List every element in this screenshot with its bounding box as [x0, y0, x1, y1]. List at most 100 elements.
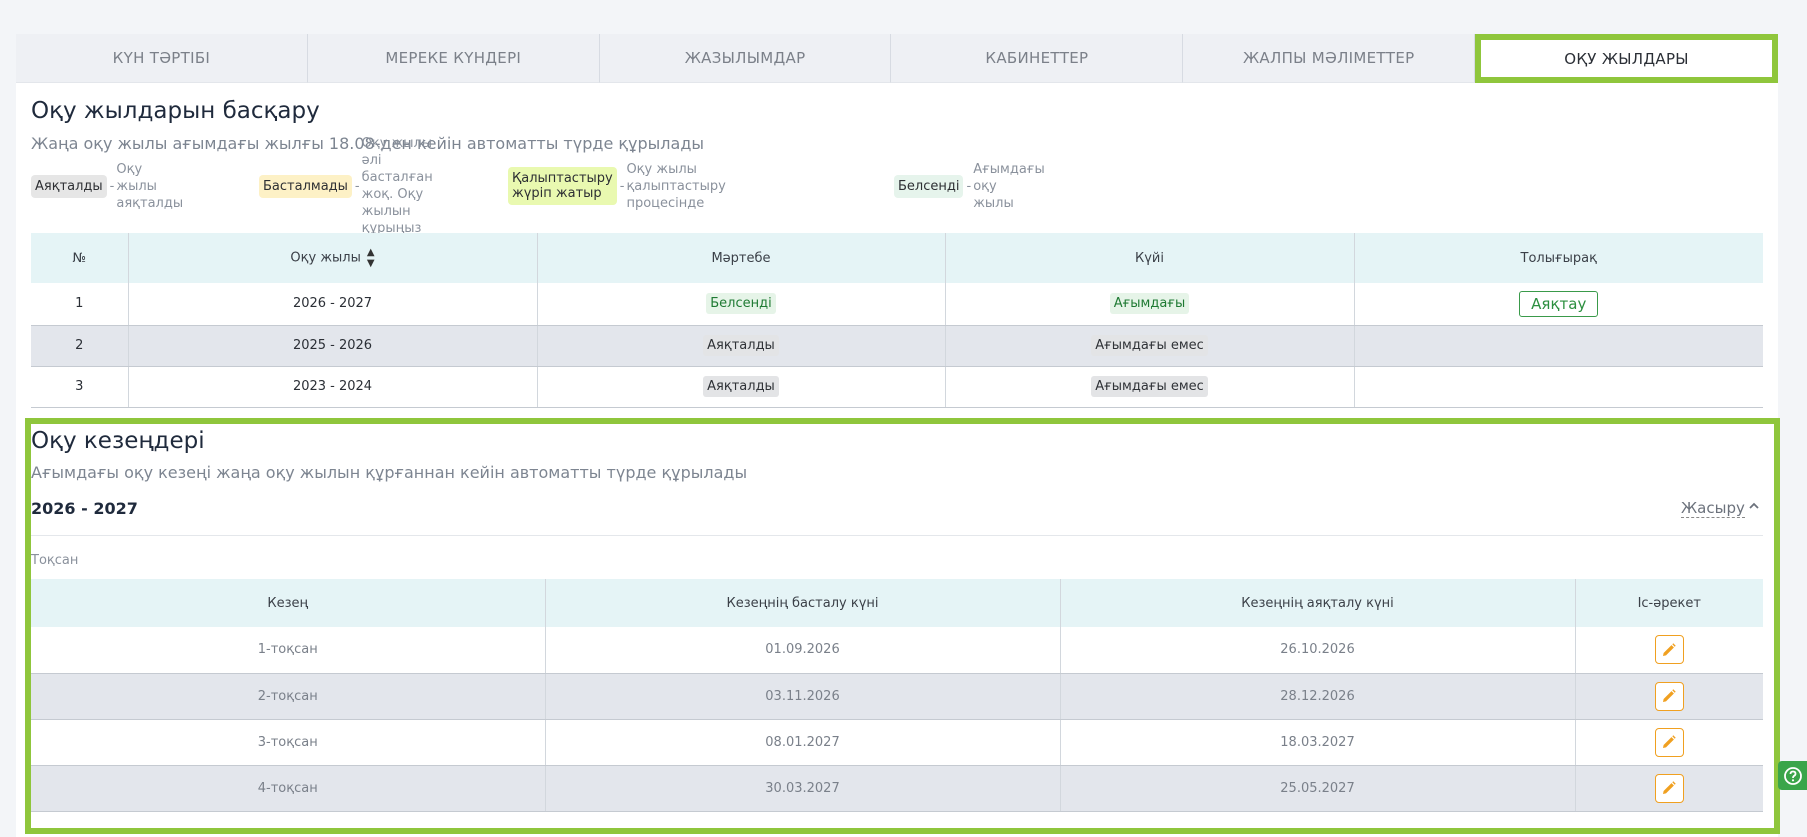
row-action	[1575, 627, 1763, 674]
chevron-up-icon[interactable]	[1748, 500, 1760, 516]
row-number: 1	[31, 283, 129, 326]
legend-desc-line: Ағымдағы оқу	[973, 161, 1045, 194]
legend-desc-line: жылын құрыңыз	[361, 204, 422, 236]
state-badge: Ағымдағы емес	[1091, 376, 1208, 397]
table-row: 4-тоқсан 30.03.2027 25.05.2027	[31, 765, 1763, 812]
row-end-date: 28.12.2026	[1060, 673, 1576, 720]
legend-desc-finished: Оқу жылы аяқталды	[116, 161, 184, 211]
row-details	[1354, 366, 1763, 408]
edit-button[interactable]	[1654, 635, 1684, 665]
question-icon	[1783, 766, 1802, 785]
table-header-row: Кезең Кезеңнің басталу күні Кезеңнің аяқ…	[31, 579, 1763, 627]
table-row: 3-тоқсан 08.01.2027 18.03.2027	[31, 719, 1763, 766]
row-number: 2	[31, 325, 129, 367]
row-details	[1354, 325, 1763, 367]
legend-item-active: Белсенді - Ағымдағы оқу жылы	[894, 160, 1045, 212]
legend-item-not-started: Басталмады - Оқу жылы әлі басталған жоқ.…	[259, 136, 433, 236]
row-status: Аяқталды	[537, 325, 946, 367]
row-start-date: 30.03.2027	[545, 765, 1061, 812]
table-header-row: № Оқу жылы ▲ ▼ Мәртебе Күйі Толығырақ	[31, 233, 1763, 283]
row-period: 4-тоқсан	[31, 765, 546, 812]
tab-cabinets[interactable]: КАБИНЕТТЕР	[891, 34, 1184, 83]
row-number: 3	[31, 366, 129, 408]
row-year: 2026 - 2027	[128, 283, 538, 326]
col-header-state: Күйі	[945, 233, 1355, 283]
tab-general-info[interactable]: ЖАЛПЫ МӘЛІМЕТТЕР	[1183, 34, 1476, 83]
row-action	[1575, 673, 1763, 720]
table-row: 2-тоқсан 03.11.2026 28.12.2026	[31, 673, 1763, 720]
legend-dash: -	[619, 178, 625, 194]
row-status: Белсенді	[537, 283, 946, 326]
state-badge: Ағымдағы	[1109, 293, 1190, 315]
tab-schedule[interactable]: КҮН ТӘРТІБІ	[16, 34, 308, 83]
row-start-date: 01.09.2026	[545, 627, 1061, 674]
row-end-date: 25.05.2027	[1060, 765, 1576, 812]
row-details: Аяқтау	[1354, 283, 1763, 326]
legend-badge-active: Белсенді	[894, 174, 964, 198]
legend-desc-line: жылы	[973, 195, 1014, 211]
state-badge: Ағымдағы емес	[1091, 335, 1208, 356]
tab-subscriptions[interactable]: ЖАЗЫЛЫМДАР	[599, 34, 892, 83]
legend-desc-line: басталған жоқ. Оқу	[361, 170, 433, 202]
legend-badge-not-started: Басталмады	[259, 174, 352, 198]
col-header-academic-year[interactable]: Оқу жылы ▲ ▼	[128, 233, 538, 283]
tab-holidays[interactable]: МЕРЕКЕ КҮНДЕРІ	[307, 34, 600, 83]
col-header-end-date: Кезеңнің аяқталу күні	[1060, 579, 1576, 627]
pencil-icon	[1663, 735, 1676, 748]
row-period: 3-тоқсан	[31, 719, 546, 766]
pencil-icon	[1663, 689, 1676, 702]
edit-button[interactable]	[1654, 681, 1684, 711]
sort-icon[interactable]: ▲ ▼	[367, 247, 375, 269]
legend-dash: -	[966, 178, 972, 194]
help-button[interactable]	[1778, 761, 1807, 790]
row-action	[1575, 765, 1763, 812]
col-header-period: Кезең	[31, 579, 546, 627]
table-row: 1 2026 - 2027 Белсенді Ағымдағы Аяқтау	[31, 283, 1763, 326]
col-header-details: Толығырақ	[1354, 233, 1763, 283]
periods-table: Кезең Кезеңнің басталу күні Кезеңнің аяқ…	[31, 579, 1763, 812]
legend-desc-active: Ағымдағы оқу жылы	[973, 161, 1045, 212]
periods-year: 2026 - 2027	[31, 499, 138, 518]
pencil-icon	[1663, 781, 1676, 794]
edit-button[interactable]	[1654, 727, 1684, 757]
row-year: 2023 - 2024	[128, 366, 538, 408]
row-state: Ағымдағы	[945, 283, 1355, 326]
legend-badge-forming: Қалыптастыру жүріп жатыр	[508, 167, 617, 205]
periods-title: Оқу кезеңдері	[31, 428, 205, 454]
row-year: 2025 - 2026	[128, 325, 538, 367]
legend-item-finished: Аяқталды - Оқу жылы аяқталды	[31, 160, 183, 212]
academic-years-table: № Оқу жылы ▲ ▼ Мәртебе Күйі Толығырақ 1 20…	[31, 233, 1763, 408]
legend-badge-finished: Аяқталды	[31, 174, 107, 198]
row-start-date: 03.11.2026	[545, 673, 1061, 720]
row-action	[1575, 719, 1763, 766]
row-status: Аяқталды	[537, 366, 946, 408]
page-title: Оқу жылдарын басқару	[31, 98, 320, 124]
divider	[31, 535, 1763, 536]
row-end-date: 18.03.2027	[1060, 719, 1576, 766]
col-header-action: Іс-әрекет	[1575, 579, 1763, 627]
hide-toggle[interactable]: Жасыру	[1681, 499, 1745, 518]
pencil-icon	[1663, 643, 1676, 656]
legend-desc-line: Оқу жылы әлі	[361, 136, 433, 168]
status-badge: Аяқталды	[703, 376, 779, 397]
row-state: Ағымдағы емес	[945, 325, 1355, 367]
edit-button[interactable]	[1654, 773, 1684, 803]
col-header-academic-year-label: Оқу жылы	[290, 250, 361, 266]
row-end-date: 26.10.2026	[1060, 627, 1576, 674]
status-badge: Аяқталды	[703, 335, 779, 356]
legend-item-forming: Қалыптастыру жүріп жатыр - Оқу жылы қалы…	[508, 160, 726, 212]
legend-desc-line: процесінде	[626, 195, 705, 211]
legend-desc-not-started: Оқу жылы әлі басталған жоқ. Оқу жылын құ…	[362, 135, 433, 237]
tab-academic-years[interactable]: ОҚУ ЖЫЛДАРЫ	[1475, 34, 1778, 83]
col-header-start-date: Кезеңнің басталу күні	[545, 579, 1061, 627]
col-header-number: №	[31, 233, 129, 283]
row-period: 1-тоқсан	[31, 627, 546, 674]
finish-year-button[interactable]: Аяқтау	[1519, 290, 1599, 317]
status-badge: Белсенді	[706, 293, 776, 315]
row-start-date: 08.01.2027	[545, 719, 1061, 766]
table-row: 3 2023 - 2024 Аяқталды Ағымдағы емес	[31, 366, 1763, 408]
row-state: Ағымдағы емес	[945, 366, 1355, 408]
periods-subtitle: Ағымдағы оқу кезеңі жаңа оқу жылын құрға…	[31, 463, 748, 482]
legend-dash: -	[354, 178, 360, 194]
row-period: 2-тоқсан	[31, 673, 546, 720]
